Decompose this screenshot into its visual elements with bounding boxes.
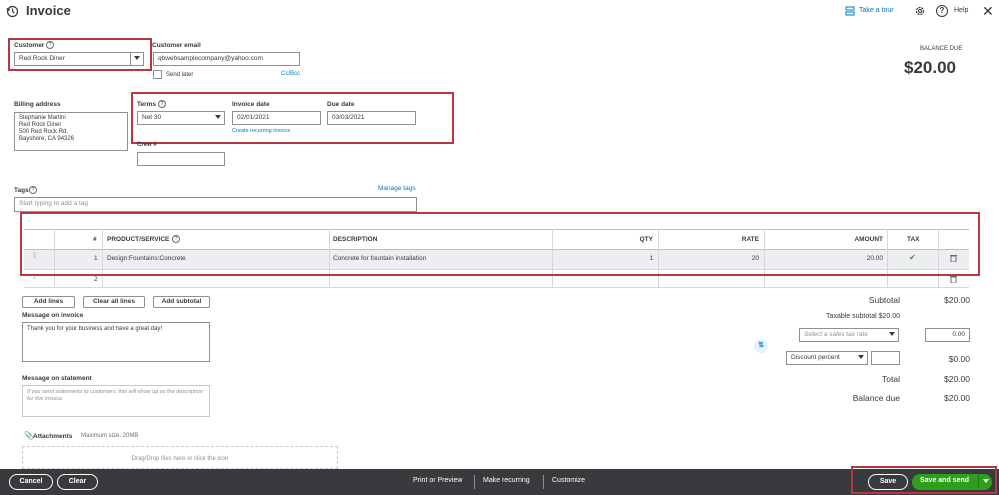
tour-icon	[845, 6, 855, 16]
page-title: Invoice	[26, 3, 71, 18]
total-value: $20.00	[944, 374, 970, 384]
attachments-max-size: Maximum size: 20MB	[81, 433, 139, 439]
discount-type-select[interactable]: Discount percent	[786, 351, 868, 365]
trash-icon[interactable]	[950, 275, 957, 284]
message-statement-field[interactable]: If you send statements to customers, thi…	[22, 385, 210, 417]
tags-input[interactable]: Start typing to add a tag	[14, 197, 417, 212]
message-invoice-field[interactable]: Thank you for your business and have a g…	[22, 322, 210, 362]
row-num: 2	[94, 276, 98, 283]
cc-bcc-link[interactable]: Cc/Bcc	[281, 71, 300, 77]
tax-amount-field[interactable]: 0.00	[925, 328, 970, 342]
crew-field[interactable]	[137, 152, 225, 166]
customize-link[interactable]: Customize	[552, 477, 585, 484]
highlight-table	[20, 212, 980, 276]
balance-due-footer-value: $20.00	[944, 393, 970, 403]
billing-label: Billing address	[14, 101, 61, 108]
crew-label: Crew #	[137, 142, 157, 148]
gear-icon[interactable]	[914, 5, 926, 17]
tags-info-icon: ?	[29, 186, 37, 194]
highlight-customer	[8, 38, 152, 71]
help-label[interactable]: Help	[954, 7, 968, 14]
subtotal-label: Subtotal	[868, 295, 900, 305]
billing-address[interactable]: Stephanie Martini Red Rock Diner 500 Red…	[14, 112, 128, 151]
billing-line: Bayshore, CA 94326	[19, 136, 75, 142]
email-field[interactable]: qbwebsamplecompany@yahoo.com	[153, 52, 300, 66]
billing-line: Stephanie Martini	[19, 115, 66, 121]
highlight-save	[851, 466, 997, 494]
attachments-label: Attachments	[33, 433, 73, 440]
clear-button[interactable]: Clear	[57, 474, 98, 490]
history-icon[interactable]	[6, 5, 19, 18]
take-tour-link[interactable]: Take a tour	[859, 7, 894, 14]
add-lines-button[interactable]: Add lines	[22, 296, 75, 308]
make-recurring-link[interactable]: Make recurring	[483, 477, 530, 484]
discount-amount: $0.00	[948, 354, 970, 364]
message-statement-label: Message on statement	[22, 375, 92, 382]
send-later-checkbox[interactable]	[153, 70, 162, 79]
highlight-dates	[131, 92, 454, 144]
clear-all-lines-button[interactable]: Clear all lines	[83, 296, 145, 308]
total-label: Total	[882, 374, 900, 384]
billing-line: Red Rock Diner	[19, 122, 62, 128]
help-icon[interactable]: ?	[936, 5, 948, 17]
taxable-subtotal: Taxable subtotal $20.00	[826, 313, 900, 320]
discount-value-field[interactable]	[871, 351, 900, 365]
message-invoice-label: Message on invoice	[22, 312, 84, 319]
chevron-down-icon	[889, 332, 895, 336]
balance-due-footer-label: Balance due	[852, 393, 900, 403]
close-icon[interactable]: ✕	[982, 3, 994, 20]
footer-bar: Cancel Clear Print or Preview Make recur…	[0, 469, 999, 495]
send-later-label: Send later	[166, 72, 194, 78]
tags-label: Tags	[14, 187, 29, 194]
attachments-dropzone[interactable]: Drag/Drop files here or click the icon	[22, 446, 338, 469]
tax-rate-select[interactable]: Select a sales tax rate	[799, 328, 899, 342]
balance-due-amount: $20.00	[904, 58, 956, 77]
swap-icon[interactable]: ⇅	[754, 339, 768, 353]
print-preview-link[interactable]: Print or Preview	[413, 477, 462, 484]
manage-tags-link[interactable]: Manage tags	[378, 185, 416, 192]
billing-line: 500 Red Rock Rd.	[19, 129, 69, 135]
cancel-button[interactable]: Cancel	[9, 474, 53, 490]
balance-due-label: BALANCE DUE	[920, 46, 963, 52]
email-label: Customer email	[152, 42, 201, 49]
subtotal-value: $20.00	[944, 295, 970, 305]
add-subtotal-button[interactable]: Add subtotal	[153, 296, 210, 308]
chevron-down-icon	[858, 355, 864, 359]
